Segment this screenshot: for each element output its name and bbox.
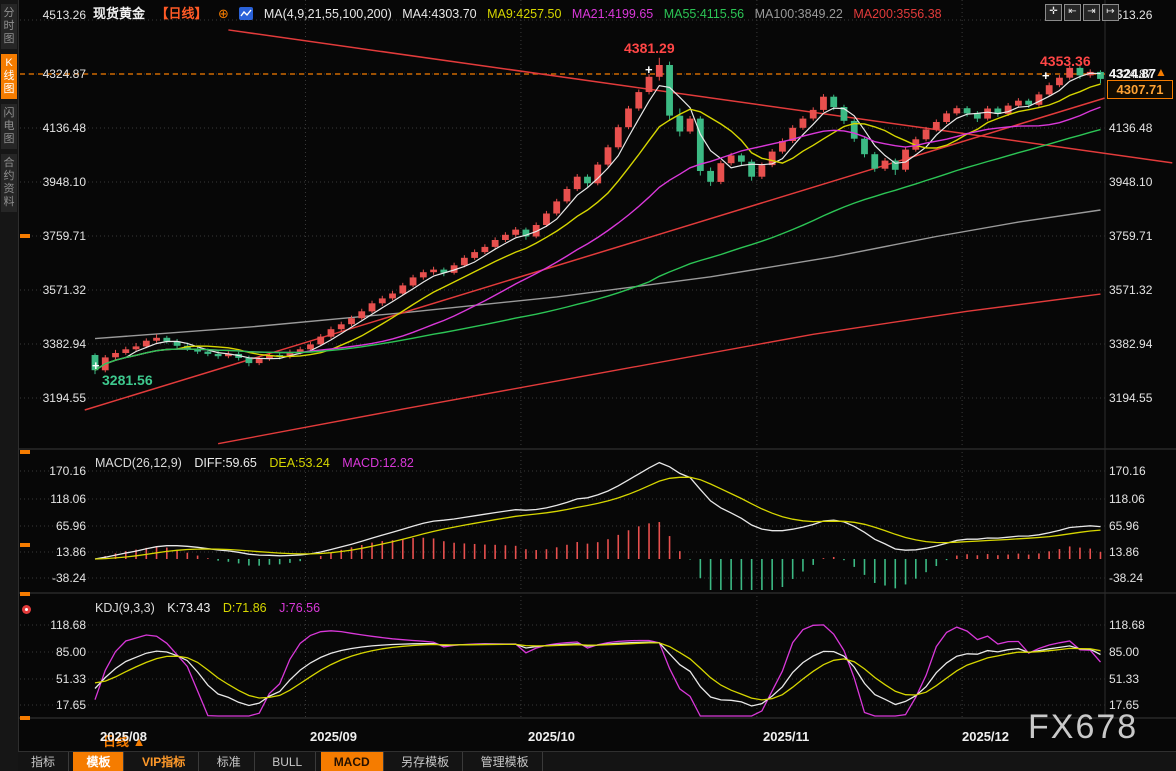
panel-resize-handle[interactable] [20, 234, 30, 238]
x-axis-month-label: 2025/10 [528, 729, 575, 744]
period-low-annotation: 3281.56 [102, 372, 153, 388]
axis-label: 118.06 [24, 492, 86, 506]
axis-label: 4136.48 [1109, 121, 1152, 135]
macd-dea-value: DEA:53.24 [269, 456, 329, 470]
macd-macd-value: MACD:12.82 [342, 456, 414, 470]
axis-label: 4136.48 [24, 121, 86, 135]
axis-label: 3194.55 [1109, 391, 1152, 405]
panel-resize-handle[interactable] [20, 450, 30, 454]
pan-icon[interactable]: ✛ [1045, 4, 1062, 21]
axis-label: 51.33 [24, 672, 86, 686]
axis-label: 3948.10 [24, 175, 86, 189]
ma4-value: MA4:4303.70 [402, 7, 476, 21]
ma100-value: MA100:3849.22 [755, 7, 843, 21]
axis-label: 170.16 [1109, 464, 1146, 478]
last-price-badge: 4307.71 [1107, 80, 1173, 99]
axis-label: -38.24 [24, 571, 86, 585]
axis-label: 3382.94 [1109, 337, 1152, 351]
ma200-value: MA200:3556.38 [853, 7, 941, 21]
axis-label: 85.00 [1109, 645, 1139, 659]
axis-label: 3382.94 [24, 337, 86, 351]
period-badge: 【日线】 [156, 6, 208, 21]
kdj-d-value: D:71.86 [223, 601, 267, 615]
sidebar-item-kline-chart[interactable]: K线图 [1, 54, 17, 99]
chart-canvas[interactable] [0, 0, 1176, 771]
axis-label: 17.65 [24, 698, 86, 712]
x-axis-month-label: 2025/09 [310, 729, 357, 744]
toolbar-vip-indicators-button[interactable]: VIP指标 [129, 752, 199, 771]
kdj-header: KDJ(9,3,3) K:73.43 D:71.86 J:76.56 [95, 601, 329, 615]
axis-label: 3759.71 [24, 229, 86, 243]
alert-price-label: 4324.87 [1109, 66, 1156, 81]
alert-arrow-icon[interactable]: ▲ [1155, 65, 1167, 79]
chart-legend: 现货黄金 【日线】 ⊕ MA(4,9,21,55,100,200) MA4:43… [93, 3, 949, 22]
macd-diff-value: DIFF:59.65 [194, 456, 257, 470]
axis-label: -38.24 [1109, 571, 1143, 585]
kdj-j-value: J:76.56 [279, 601, 320, 615]
axis-label: 4324.87 [24, 67, 86, 81]
macd-title: MACD(26,12,9) [95, 456, 182, 470]
panel-resize-handle[interactable] [20, 592, 30, 596]
toolbar-standard-button[interactable]: 标准 [204, 752, 255, 771]
panel-resize-handle[interactable] [20, 543, 30, 547]
axis-label: 65.96 [1109, 519, 1139, 533]
ma21-value: MA21:4199.65 [572, 7, 653, 21]
toolbar-save-template-button[interactable]: 另存模板 [388, 752, 463, 771]
zoom-in-range-icon[interactable]: ⇥ [1083, 4, 1100, 21]
zoom-out-range-icon[interactable]: ⇤ [1064, 4, 1081, 21]
symbol-name: 现货黄金 [93, 6, 145, 21]
sidebar-item-flash-chart[interactable]: 闪电图 [1, 104, 17, 149]
trendline-handle-icon[interactable]: + [645, 62, 653, 77]
peak-high-annotation: 4381.29 [624, 40, 675, 56]
chart-application-window: 4513.264513.264324.874324.874136.484136.… [0, 0, 1176, 771]
indicator-marker-icon[interactable] [22, 605, 31, 614]
watermark: FX678 [1028, 708, 1138, 747]
ma9-value: MA9:4257.50 [487, 7, 561, 21]
axis-label: 118.68 [24, 618, 86, 632]
add-alert-icon[interactable]: ⊕ [218, 6, 229, 21]
ma55-value: MA55:4115.56 [664, 7, 744, 21]
axis-label: 85.00 [24, 645, 86, 659]
axis-label: 3571.32 [1109, 283, 1152, 297]
trendline-handle-icon[interactable]: + [92, 358, 100, 373]
bottom-toolbar: 指标 模板 VIP指标 标准 BULL MACD 另存模板 管理模板 [18, 751, 1176, 771]
axis-label: 3194.55 [24, 391, 86, 405]
axis-label: 13.86 [24, 545, 86, 559]
axis-label: 170.16 [24, 464, 86, 478]
recent-high-annotation: 4353.36 [1040, 53, 1091, 69]
axis-label: 4513.26 [24, 8, 86, 22]
axis-label: 3948.10 [1109, 175, 1152, 189]
toolbar-manage-templates-button[interactable]: 管理模板 [468, 752, 543, 771]
trendline-handle-icon[interactable]: + [1042, 68, 1050, 83]
x-axis-month-label: 2025/08 [100, 729, 147, 744]
panel-resize-handle[interactable] [20, 716, 30, 720]
sidebar: 分时图 K线图 闪电图 合约资料 [0, 0, 19, 771]
x-axis-month-label: 2025/11 [763, 729, 809, 744]
toolbar-macd-button[interactable]: MACD [321, 752, 384, 771]
axis-label: 65.96 [24, 519, 86, 533]
axis-label: 51.33 [1109, 672, 1139, 686]
kdj-k-value: K:73.43 [167, 601, 210, 615]
axis-label: 3759.71 [1109, 229, 1152, 243]
chart-type-icon[interactable] [239, 7, 253, 20]
sidebar-item-contract-info[interactable]: 合约资料 [1, 154, 17, 212]
kdj-title: KDJ(9,3,3) [95, 601, 155, 615]
toolbar-templates-button[interactable]: 模板 [73, 752, 124, 771]
ma-settings-label: MA(4,9,21,55,100,200) [264, 7, 392, 21]
x-axis-month-label: 2025/12 [962, 729, 1009, 744]
axis-label: 13.86 [1109, 545, 1139, 559]
sidebar-item-time-chart[interactable]: 分时图 [1, 4, 17, 49]
axis-label: 3571.32 [24, 283, 86, 297]
goto-latest-icon[interactable]: ↦ [1102, 4, 1119, 21]
axis-label: 118.06 [1109, 492, 1145, 506]
toolbar-indicators-button[interactable]: 指标 [18, 752, 69, 771]
macd-header: MACD(26,12,9) DIFF:59.65 DEA:53.24 MACD:… [95, 456, 423, 470]
toolbar-bull-button[interactable]: BULL [259, 752, 316, 771]
axis-label: 118.68 [1109, 618, 1145, 632]
